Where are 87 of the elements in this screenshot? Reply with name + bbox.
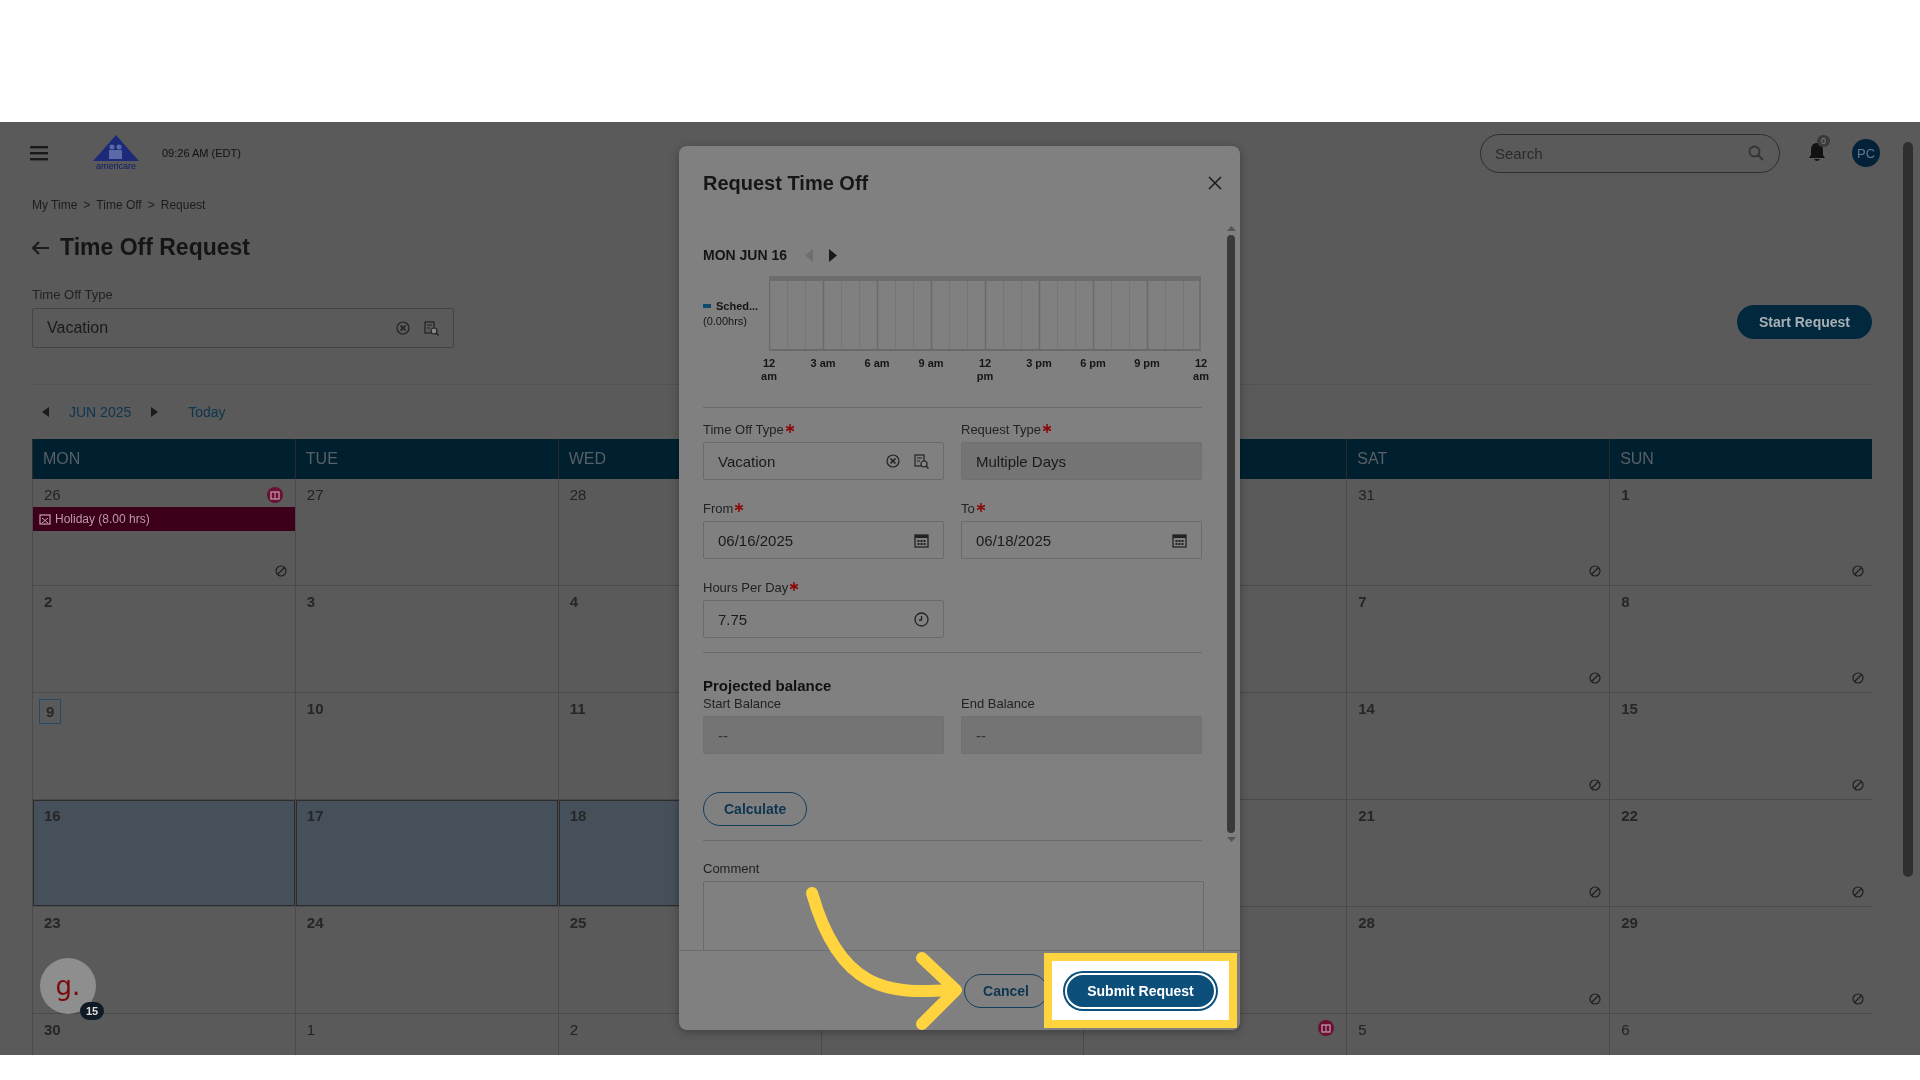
weekday-label: SUN <box>1620 450 1654 468</box>
tick-label: 6 pm <box>1080 357 1106 370</box>
lookup-icon[interactable] <box>424 320 439 336</box>
field-value: 06/16/2025 <box>718 531 795 549</box>
event-text: Holiday (8.00 hrs) <box>55 512 150 526</box>
month-link[interactable]: JUN 2025 <box>69 404 132 420</box>
notification-badge: 0 <box>1817 135 1830 147</box>
clock-icon[interactable] <box>914 611 929 627</box>
hours-field[interactable]: 7.75 <box>703 600 944 638</box>
section-heading: Projected balance <box>703 677 833 694</box>
day-number: 1 <box>305 1020 317 1039</box>
field-label: Comment <box>703 861 761 876</box>
field-label: Start Balance <box>703 696 783 711</box>
field-label: Request Type <box>961 422 1041 437</box>
legend-label: Sched... <box>716 300 759 312</box>
calendar-icon[interactable] <box>1172 532 1187 548</box>
clear-icon[interactable] <box>886 454 900 468</box>
legend-hours: (0.00hrs) <box>703 315 749 327</box>
next-icon[interactable] <box>829 248 838 262</box>
tick-label: 3 pm <box>1026 357 1052 370</box>
tick-label: 9 am <box>918 357 944 370</box>
lookup-icon[interactable] <box>914 453 929 469</box>
weekday-label: TUE <box>305 450 338 468</box>
bell-icon[interactable] <box>1808 142 1826 162</box>
day-cell[interactable]: 26 Holiday (8.00 hrs) <box>32 479 295 586</box>
start-request-button[interactable]: Start Request <box>1736 305 1872 339</box>
weekday-label: MON <box>43 450 81 468</box>
scroll-up-icon <box>1226 226 1236 231</box>
count-badge: 15 <box>80 1002 105 1020</box>
page-title: Time Off Request <box>60 234 250 261</box>
breadcrumb-link[interactable]: My Time <box>32 198 78 212</box>
breadcrumb-separator: > <box>147 198 155 212</box>
calendar-icon[interactable] <box>914 532 929 548</box>
day-cell[interactable]: 31 <box>1346 479 1610 586</box>
dialog-title: Request Time Off <box>703 171 869 195</box>
date-field[interactable]: 06/18/2025 <box>961 521 1202 559</box>
calendar-icon <box>39 513 51 525</box>
day-label: MON JUN 16 <box>703 247 788 263</box>
breadcrumb-separator: > <box>83 198 91 212</box>
day-number: 27 <box>305 485 325 504</box>
day-number: 28 <box>568 485 588 504</box>
weekday-label: SAT <box>1357 450 1388 468</box>
tick-label: 12 am <box>1192 357 1210 383</box>
weekday-label: WED <box>568 450 607 468</box>
today-link[interactable]: Today <box>188 404 226 420</box>
avatar[interactable]: PC <box>1852 139 1880 167</box>
field-value: Multiple Days <box>976 452 1068 470</box>
day-number: 5 <box>1357 1020 1368 1039</box>
field-label: Time Off Type <box>703 422 784 437</box>
logo-text: americare <box>96 161 136 171</box>
field-value: -- <box>718 726 729 744</box>
time-text: 09:26 AM (EDT) <box>162 147 241 159</box>
clear-icon[interactable] <box>396 321 410 335</box>
field-value: Vacation <box>47 319 110 337</box>
tick-label: 6 am <box>864 357 890 370</box>
field-label: From <box>703 501 734 516</box>
field-value: 06/18/2025 <box>976 531 1053 549</box>
legend-swatch-icon <box>703 304 711 308</box>
field-value: -- <box>976 726 987 744</box>
field-label: To <box>961 501 975 516</box>
logo-icon <box>93 135 139 161</box>
field-label: Time Off Type <box>32 287 114 302</box>
tick-label: 9 pm <box>1134 357 1160 370</box>
breadcrumb-link[interactable]: Time Off <box>96 198 142 212</box>
field-label: Hours Per Day <box>703 580 789 595</box>
tick-label: 3 am <box>810 357 836 370</box>
next-icon[interactable] <box>151 407 159 417</box>
field-label: End Balance <box>961 696 1036 711</box>
time-off-type-field[interactable]: Vacation <box>32 308 454 348</box>
breadcrumb-link[interactable]: Request <box>160 198 206 212</box>
field-value: 7.75 <box>718 610 749 628</box>
holiday-event[interactable]: Holiday (8.00 hrs) <box>33 507 295 531</box>
tick-label: 12 pm <box>975 357 995 383</box>
day-number: 2 <box>568 1020 580 1039</box>
day-number: 31 <box>1357 485 1376 504</box>
back-arrow-icon[interactable] <box>32 240 50 255</box>
day-number: 26 <box>43 485 62 504</box>
tick-label: 12 am <box>760 357 778 383</box>
field-value: Vacation <box>718 452 777 470</box>
scroll-down-icon <box>1226 837 1236 842</box>
date-field[interactable]: 06/16/2025 <box>703 521 944 559</box>
menu-icon[interactable] <box>30 145 48 161</box>
close-icon[interactable] <box>1208 176 1222 190</box>
input-field[interactable]: Vacation <box>703 442 944 480</box>
day-cell[interactable]: 27 <box>294 479 558 586</box>
previous-icon[interactable] <box>42 407 49 417</box>
search-icon[interactable] <box>1748 144 1764 161</box>
